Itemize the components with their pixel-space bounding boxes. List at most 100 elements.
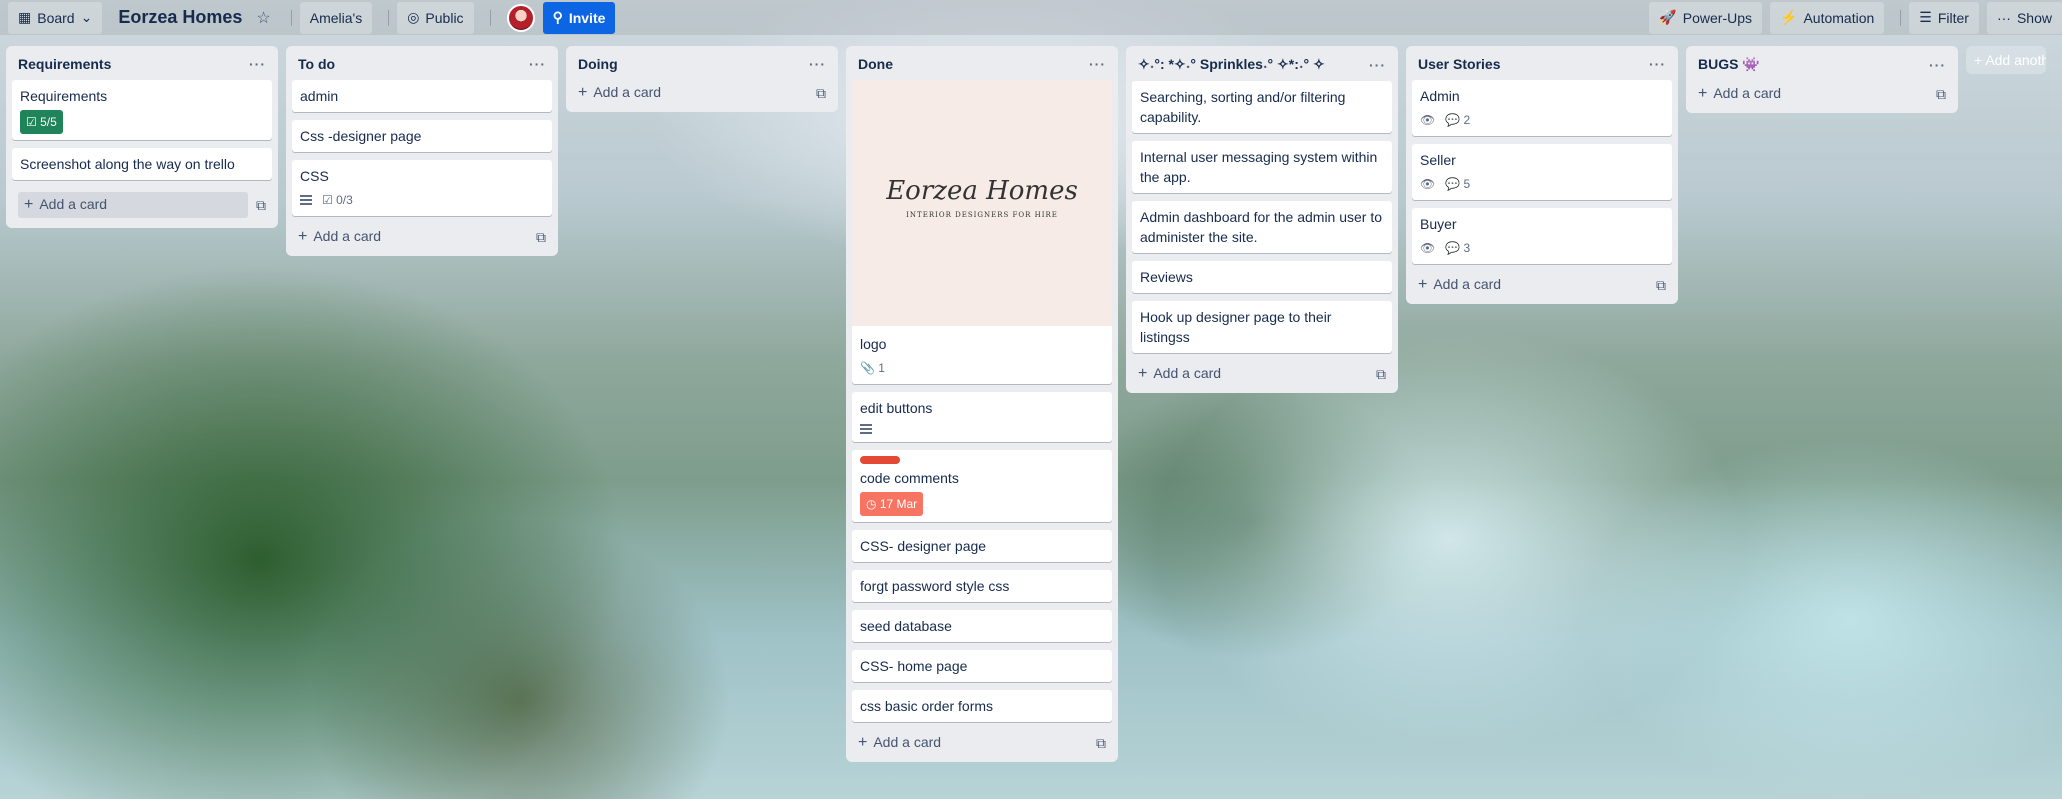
list-header: Doing ··· xyxy=(572,54,832,80)
list-requirements[interactable]: Requirements ··· Requirements ☑ 5/5 Scre… xyxy=(6,46,278,228)
card-list-scroll[interactable]: Eorzea Homes INTERIOR DESIGNERS FOR HIRE… xyxy=(852,80,1112,730)
card-badges: ☑ 5/5 xyxy=(20,110,264,134)
card[interactable]: Hook up designer page to their listingss xyxy=(1132,301,1392,353)
card[interactable]: Css -designer page xyxy=(292,120,552,152)
powerups-button[interactable]: 🚀 Power-Ups xyxy=(1649,1,1763,34)
add-card-button[interactable]: + Add a card xyxy=(578,84,661,102)
add-list-button[interactable]: + Add anoth xyxy=(1966,46,2046,74)
chevron-down-icon: ⌄ xyxy=(80,9,93,25)
list-sprinkles[interactable]: ✧˖°: *✧˖° Sprinkles˖° ✧*:˖° ✧ ··· Search… xyxy=(1126,46,1398,393)
list-todo[interactable]: To do ··· admin Css -designer page CSS ☑… xyxy=(286,46,558,256)
description-icon xyxy=(860,422,872,436)
card[interactable]: Requirements ☑ 5/5 xyxy=(12,80,272,140)
card-title: forgt password style css xyxy=(860,578,1010,594)
cover-tagline: INTERIOR DESIGNERS FOR HIRE xyxy=(906,211,1058,219)
powerups-label: Power-Ups xyxy=(1682,9,1753,26)
plus-icon: + xyxy=(578,84,588,101)
show-label: Show xyxy=(2016,9,2052,26)
list-menu-icon[interactable]: ··· xyxy=(1089,56,1106,72)
card-title: Admin dashboard for the admin user to ad… xyxy=(1140,209,1383,245)
template-icon[interactable]: ⧉ xyxy=(816,85,826,102)
card[interactable]: CSS- designer page xyxy=(852,530,1112,562)
card[interactable]: code comments ◷ 17 Mar xyxy=(852,450,1112,522)
comment-badge: 💬 5 xyxy=(1445,174,1470,194)
card[interactable]: Reviews xyxy=(1132,261,1392,293)
template-icon[interactable]: ⧉ xyxy=(1096,735,1106,752)
list-title[interactable]: BUGS 👾 xyxy=(1698,56,1760,73)
card-title: Css -designer page xyxy=(300,128,422,144)
board-lists: Requirements ··· Requirements ☑ 5/5 Scre… xyxy=(6,46,2046,762)
card[interactable]: Buyer 👁 💬 3 xyxy=(1412,208,1672,264)
list-menu-icon[interactable]: ··· xyxy=(1649,56,1666,72)
plus-icon: + xyxy=(24,196,34,213)
header-right: 🚀 Power-Ups ⚡ Automation ☰ Filter ··· Sh… xyxy=(1649,0,2062,35)
template-icon[interactable]: ⧉ xyxy=(256,197,266,214)
template-icon[interactable]: ⧉ xyxy=(1656,277,1666,294)
card[interactable]: Searching, sorting and/or filtering capa… xyxy=(1132,81,1392,133)
card[interactable]: seed database xyxy=(852,610,1112,642)
add-card-button[interactable]: + Add a card xyxy=(1698,85,1781,103)
list-user-stories[interactable]: User Stories ··· Admin 👁 💬 2 Seller 👁 💬 … xyxy=(1406,46,1678,304)
add-card-button[interactable]: + Add a card xyxy=(298,228,381,246)
card-title: logo xyxy=(860,336,887,352)
list-doing[interactable]: Doing ··· + Add a card ⧉ xyxy=(566,46,838,112)
template-icon[interactable]: ⧉ xyxy=(536,229,546,246)
list-menu-icon[interactable]: ··· xyxy=(529,56,546,72)
due-date: 17 Mar xyxy=(879,497,918,511)
add-card-row: + Add a card ⧉ xyxy=(12,188,272,222)
plus-icon: + xyxy=(1698,85,1708,102)
add-card-button[interactable]: + Add a card xyxy=(18,192,248,218)
visibility-button[interactable]: ◎ Public xyxy=(397,1,474,34)
list-title[interactable]: Requirements xyxy=(18,56,111,72)
card[interactable]: Eorzea Homes INTERIOR DESIGNERS FOR HIRE… xyxy=(852,80,1112,384)
invite-button[interactable]: ⚲ Invite xyxy=(542,1,616,34)
card-label[interactable] xyxy=(860,456,900,464)
list-menu-icon[interactable]: ··· xyxy=(249,56,266,72)
list-title[interactable]: To do xyxy=(298,56,335,72)
list-bugs[interactable]: BUGS 👾 ··· + Add a card ⧉ xyxy=(1686,46,1958,113)
globe-icon: ◎ xyxy=(407,9,420,25)
eye-icon: 👁 xyxy=(1420,177,1436,191)
board-view-switcher[interactable]: ▦ Board ⌄ xyxy=(8,1,103,34)
list-menu-icon[interactable]: ··· xyxy=(809,56,826,72)
template-icon[interactable]: ⧉ xyxy=(1936,86,1946,103)
plus-icon: + xyxy=(1974,52,1983,68)
card[interactable]: admin xyxy=(292,80,552,112)
template-icon[interactable]: ⧉ xyxy=(1376,366,1386,383)
filter-label: Filter xyxy=(1937,9,1969,26)
automation-label: Automation xyxy=(1803,9,1875,26)
avatar[interactable] xyxy=(506,3,535,32)
list-title[interactable]: Doing xyxy=(578,56,618,72)
card[interactable]: forgt password style css xyxy=(852,570,1112,602)
star-icon[interactable]: ☆ xyxy=(256,8,270,28)
plus-icon: + xyxy=(298,228,308,245)
workspace-button[interactable]: Amelia's xyxy=(299,1,373,34)
add-card-label: Add a card xyxy=(39,196,108,212)
list-title[interactable]: User Stories xyxy=(1418,56,1500,72)
board-title[interactable]: Eorzea Homes xyxy=(118,7,242,28)
card[interactable]: Admin dashboard for the admin user to ad… xyxy=(1132,201,1392,253)
checklist-badge: ☑ 0/3 xyxy=(322,190,353,210)
due-date-badge[interactable]: ◷ 17 Mar xyxy=(860,492,924,516)
list-menu-icon[interactable]: ··· xyxy=(1369,57,1386,73)
comment-badge: 💬 2 xyxy=(1445,110,1470,130)
list-title[interactable]: Done xyxy=(858,56,893,72)
list-title[interactable]: ✧˖°: *✧˖° Sprinkles˖° ✧*:˖° ✧ xyxy=(1138,56,1325,73)
card[interactable]: Internal user messaging system within th… xyxy=(1132,141,1392,193)
card[interactable]: Screenshot along the way on trello xyxy=(12,148,272,180)
card[interactable]: Admin 👁 💬 2 xyxy=(1412,80,1672,136)
add-card-button[interactable]: + Add a card xyxy=(1138,365,1221,383)
filter-button[interactable]: ☰ Filter xyxy=(1909,1,1979,34)
list-done[interactable]: Done ··· Eorzea Homes INTERIOR DESIGNERS… xyxy=(846,46,1118,762)
add-card-button[interactable]: + Add a card xyxy=(1418,276,1501,294)
card[interactable]: CSS ☑ 0/3 xyxy=(292,160,552,216)
show-menu-button[interactable]: ··· Show xyxy=(1986,1,2062,34)
card[interactable]: css basic order forms xyxy=(852,690,1112,722)
list-menu-icon[interactable]: ··· xyxy=(1929,57,1946,73)
card[interactable]: Seller 👁 💬 5 xyxy=(1412,144,1672,200)
automation-button[interactable]: ⚡ Automation xyxy=(1770,1,1885,34)
add-card-button[interactable]: + Add a card xyxy=(858,734,941,752)
card[interactable]: edit buttons xyxy=(852,392,1112,442)
card-title: Seller xyxy=(1420,152,1456,168)
card[interactable]: CSS- home page xyxy=(852,650,1112,682)
